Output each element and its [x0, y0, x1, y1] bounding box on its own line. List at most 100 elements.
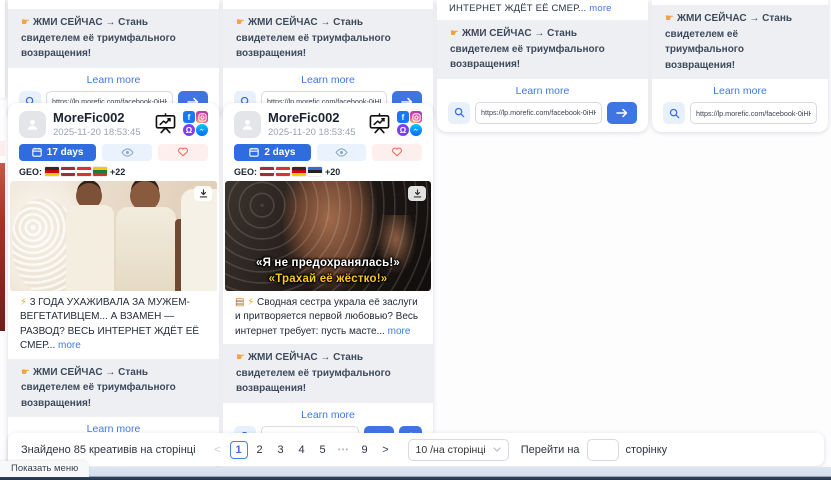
image-caption-line2: «Трахай её жёстко!» [225, 273, 431, 285]
creative-image-dark[interactable]: «Я не предохранялась!» «Трахай её жёстко… [225, 181, 431, 291]
page-button-2[interactable]: 2 [251, 441, 269, 459]
learn-more-link[interactable]: Learn more [663, 85, 817, 97]
page-button-1[interactable]: 1 [230, 441, 248, 459]
page-button-3[interactable]: 3 [272, 441, 290, 459]
landing-url-input[interactable] [690, 102, 817, 124]
url-row [663, 102, 817, 124]
page-size-select[interactable]: 10 /на сторінці [408, 439, 509, 461]
arrow-right-icon [616, 108, 628, 118]
url-row [448, 102, 637, 124]
creative-datetime: 2025-11-20 18:53:45 [53, 128, 141, 139]
flag-lt [93, 167, 107, 176]
show-menu-tab[interactable]: Показать меню [0, 461, 89, 477]
action-buttons: 2 days [234, 144, 422, 161]
truncated-body-text: ИНТЕРНЕТ ЖДЁТ ЕЁ СМЕР... more [448, 0, 637, 15]
pointing-hand-icon: ☛ [236, 17, 245, 28]
advertiser-name: MoreFic002 [53, 111, 141, 126]
flag-lv [61, 167, 75, 176]
pointing-hand-icon: ☛ [450, 28, 459, 39]
pagination-bar: Знайдено 85 креативів на сторінці < 1234… [8, 433, 824, 466]
more-link[interactable]: more [58, 340, 81, 351]
calendar-icon [32, 147, 42, 157]
advertiser-info: MoreFic002 2025-11-20 18:53:45 [268, 111, 356, 139]
flag-ee [308, 167, 322, 176]
page-buttons: 12345•••9 [230, 441, 374, 459]
man-right-shirt [181, 189, 217, 291]
goto-page: Перейти на сторінку [521, 439, 667, 461]
days-active-button[interactable]: 17 days [19, 144, 96, 161]
search-icon[interactable] [448, 102, 470, 124]
cta-text-box: ☛ЖМИ СЕЙЧАС → Стань свидетелем её триумф… [437, 20, 648, 79]
creatives-library-page: ☛ЖМИ СЕЙЧАС → Стань свидетелем её триумф… [0, 0, 831, 480]
views-button[interactable] [102, 144, 152, 161]
cta-text: ЖМИ СЕЙЧАС → Стань свидетелем её триумфа… [236, 352, 391, 394]
flag-at [77, 167, 91, 176]
creative-datetime: 2025-11-20 18:53:45 [268, 128, 356, 139]
landing-url-input[interactable] [475, 102, 602, 124]
search-icon[interactable] [663, 102, 685, 124]
more-link[interactable]: more [388, 326, 411, 337]
creative-card-1: MoreFic002 2025-11-20 18:53:45 f Ω 17 da… [8, 103, 219, 470]
audience-network-icon: Ω [397, 124, 409, 136]
offscreen-heart-pill-sliver [0, 141, 5, 156]
footer-strip [0, 467, 831, 480]
ad-card-top-4: ☛ЖМИ СЕЙЧАС → Стань свидетелем её триумф… [652, 0, 828, 132]
messenger-icon [196, 124, 208, 136]
download-image-button[interactable] [408, 186, 426, 201]
flag-de [45, 167, 59, 176]
next-page-button[interactable]: > [377, 441, 395, 459]
bolt-icon: ⚡ [20, 297, 27, 308]
instagram-icon [196, 111, 208, 123]
creative-body-text: ▤ ⚡ Сводная сестра украла её заслуги и п… [234, 296, 422, 340]
creative-card-2: MoreFic002 2025-11-20 18:53:45 f Ω 2 day… [223, 103, 433, 456]
more-link[interactable]: more [589, 3, 611, 14]
open-url-button[interactable] [607, 102, 637, 124]
page-button-9[interactable]: 9 [356, 441, 374, 459]
download-icon [413, 189, 422, 198]
creative-body-text: ⚡ 3 ГОДА УХАЖИВАЛА ЗА МУЖЕМ-ВЕГЕТАТИВЦЕМ… [19, 296, 208, 354]
favorite-button[interactable] [372, 144, 422, 161]
page-button-5[interactable]: 5 [314, 441, 332, 459]
geo-flags [260, 167, 322, 176]
eye-icon [335, 148, 348, 157]
cta-text-box: ☛ЖМИ СЕЙЧАС → Стань свидетелем её триумф… [8, 359, 219, 418]
creative-image-wedding[interactable] [10, 181, 217, 291]
offscreen-creative-image-sliver [0, 163, 5, 331]
learn-more-link[interactable]: Learn more [234, 409, 422, 421]
pointing-hand-icon: ☛ [21, 17, 30, 28]
heart-icon [177, 147, 189, 157]
pointing-hand-icon: ☛ [21, 367, 30, 378]
learn-more-link[interactable]: Learn more [19, 74, 208, 86]
views-button[interactable] [317, 144, 367, 161]
geo-label: GEO: [19, 167, 42, 177]
cta-text: ЖМИ СЕЙЧАС → Стань свидетелем её триумфа… [450, 28, 605, 70]
advertiser-name: MoreFic002 [268, 111, 356, 126]
page-button-4[interactable]: 4 [293, 441, 311, 459]
cta-text-box: ☛ЖМИ СЕЙЧАС → Стань свидетелем её триумф… [223, 9, 433, 68]
messenger-icon [410, 124, 422, 136]
geo-row: GEO: +20 [234, 167, 422, 177]
cta-text: ЖМИ СЕЙЧАС → Стань свидетелем её триумфа… [236, 17, 391, 59]
calendar-icon [249, 147, 259, 157]
learn-more-link[interactable]: Learn more [234, 74, 422, 86]
bolt-icon: ⚡ [247, 297, 254, 308]
person-icon [240, 117, 255, 132]
chevron-down-icon [493, 447, 501, 452]
download-image-button[interactable] [194, 186, 212, 201]
prev-page-button[interactable]: < [209, 441, 227, 459]
learn-more-link[interactable]: Learn more [448, 85, 637, 97]
ad-board-icon [368, 113, 391, 134]
cta-text-box: ☛ЖМИ СЕЙЧАС → Стань свидетелем её триумф… [652, 5, 828, 79]
pager: < 12345•••9 > [209, 441, 395, 459]
person-icon [25, 117, 40, 132]
facebook-icon: f [397, 111, 409, 123]
page-size-value: 10 /на сторінці [416, 444, 486, 456]
favorite-button[interactable] [158, 144, 208, 161]
facebook-icon: f [183, 111, 195, 123]
days-label: 17 days [47, 147, 84, 158]
days-active-button[interactable]: 2 days [234, 144, 311, 161]
image-caption-line1: «Я не предохранялась!» [225, 257, 431, 269]
geo-flags [45, 167, 107, 176]
cta-text-box: ☛ЖМИ СЕЙЧАС → Стань свидетелем её триумф… [223, 344, 433, 403]
goto-page-input[interactable] [587, 439, 619, 461]
